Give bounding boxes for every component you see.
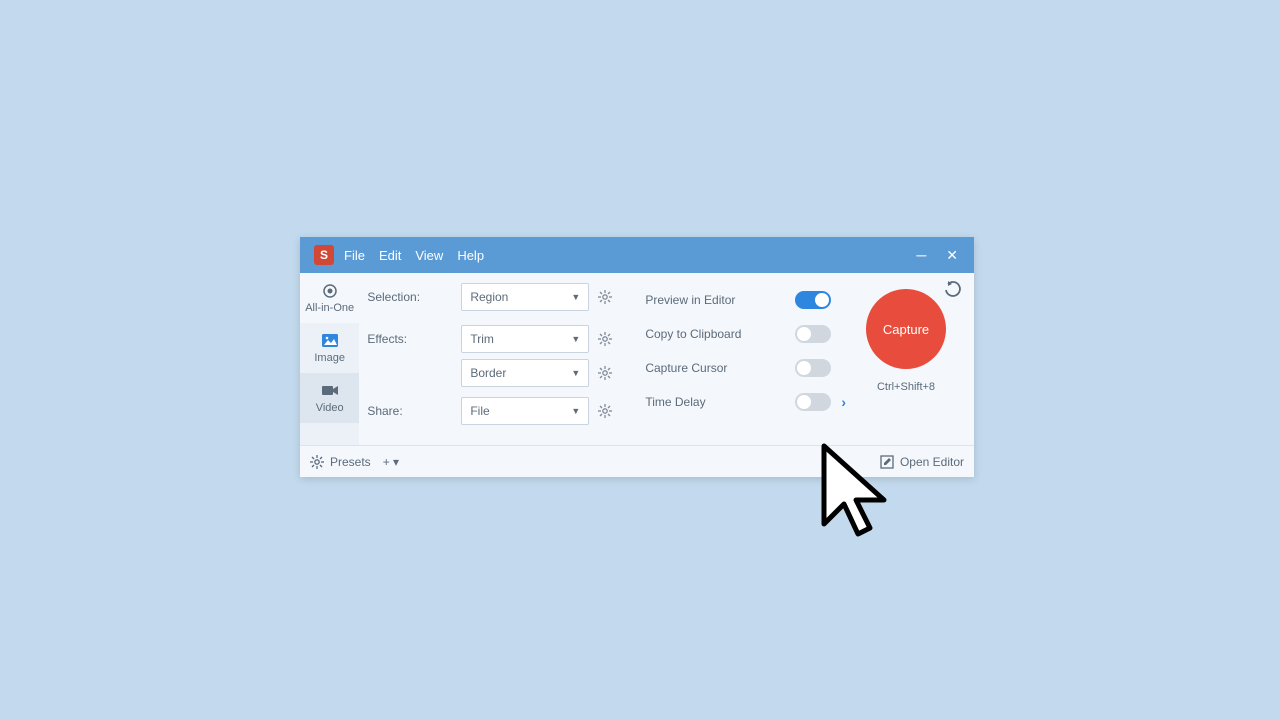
open-editor-label: Open Editor xyxy=(900,455,964,469)
share-settings-button[interactable] xyxy=(595,401,615,421)
presets-button[interactable]: Presets xyxy=(330,455,371,469)
settings-panel: Selection: Region ▼ Effects: Trim xyxy=(359,273,974,445)
target-icon xyxy=(322,283,338,299)
selection-settings-button[interactable] xyxy=(595,287,615,307)
effect-border-settings-button[interactable] xyxy=(595,363,615,383)
minimize-button[interactable]: ─ xyxy=(916,247,926,263)
gear-icon xyxy=(598,290,612,304)
tab-image[interactable]: Image xyxy=(300,323,359,373)
tab-video[interactable]: Video xyxy=(300,373,359,423)
app-logo-icon: S xyxy=(314,245,334,265)
share-label: Share: xyxy=(367,404,433,418)
image-icon xyxy=(322,333,338,349)
effects-label: Effects: xyxy=(367,332,433,346)
capture-hotkey: Ctrl+Shift+8 xyxy=(877,381,935,393)
chevron-down-icon: ▼ xyxy=(571,406,580,416)
selection-dropdown[interactable]: Region ▼ xyxy=(461,283,589,311)
copy-to-clipboard-toggle[interactable] xyxy=(795,325,831,343)
tab-label: All-in-One xyxy=(305,302,354,314)
tab-label: Video xyxy=(316,402,344,414)
effect-trim-settings-button[interactable] xyxy=(595,329,615,349)
undo-button[interactable] xyxy=(944,281,962,299)
tab-all-in-one[interactable]: All-in-One xyxy=(300,273,359,323)
effect-border-dropdown[interactable]: Border ▼ xyxy=(461,359,589,387)
capture-button[interactable]: Capture xyxy=(866,289,946,369)
dropdown-value: Border xyxy=(470,366,571,380)
capture-cursor-label: Capture Cursor xyxy=(645,361,795,375)
preview-in-editor-toggle[interactable] xyxy=(795,291,831,309)
dropdown-value: Trim xyxy=(470,332,571,346)
menu-edit[interactable]: Edit xyxy=(379,248,401,263)
gear-icon xyxy=(310,455,324,469)
selection-label: Selection: xyxy=(367,290,433,304)
capture-mode-tabs: All-in-One Image Video xyxy=(300,273,359,445)
time-delay-label: Time Delay xyxy=(645,395,795,409)
preview-in-editor-label: Preview in Editor xyxy=(645,293,795,307)
menu-help[interactable]: Help xyxy=(457,248,484,263)
titlebar: S File Edit View Help ─ ✕ xyxy=(300,237,974,273)
video-icon xyxy=(322,383,338,399)
gear-icon xyxy=(598,332,612,346)
menu-view[interactable]: View xyxy=(415,248,443,263)
chevron-down-icon: ▼ xyxy=(571,368,580,378)
chevron-down-icon: ▼ xyxy=(571,334,580,344)
gear-icon xyxy=(598,366,612,380)
menubar: File Edit View Help xyxy=(344,248,916,263)
dropdown-value: File xyxy=(470,404,571,418)
chevron-down-icon: ▼ xyxy=(571,292,580,302)
undo-icon xyxy=(944,281,962,299)
menu-file[interactable]: File xyxy=(344,248,365,263)
tab-label: Image xyxy=(314,352,345,364)
share-dropdown[interactable]: File ▼ xyxy=(461,397,589,425)
capture-cursor-toggle[interactable] xyxy=(795,359,831,377)
cursor-icon xyxy=(820,442,892,552)
close-button[interactable]: ✕ xyxy=(946,247,958,264)
add-preset-button[interactable]: + ▾ xyxy=(383,455,399,469)
app-window: S File Edit View Help ─ ✕ All-in-One xyxy=(300,237,974,477)
content-area: All-in-One Image Video Selection: xyxy=(300,273,974,445)
open-editor-button[interactable]: Open Editor xyxy=(880,455,964,469)
effect-trim-dropdown[interactable]: Trim ▼ xyxy=(461,325,589,353)
time-delay-toggle[interactable] xyxy=(795,393,831,411)
copy-to-clipboard-label: Copy to Clipboard xyxy=(645,327,795,341)
gear-icon xyxy=(598,404,612,418)
dropdown-value: Region xyxy=(470,290,571,304)
